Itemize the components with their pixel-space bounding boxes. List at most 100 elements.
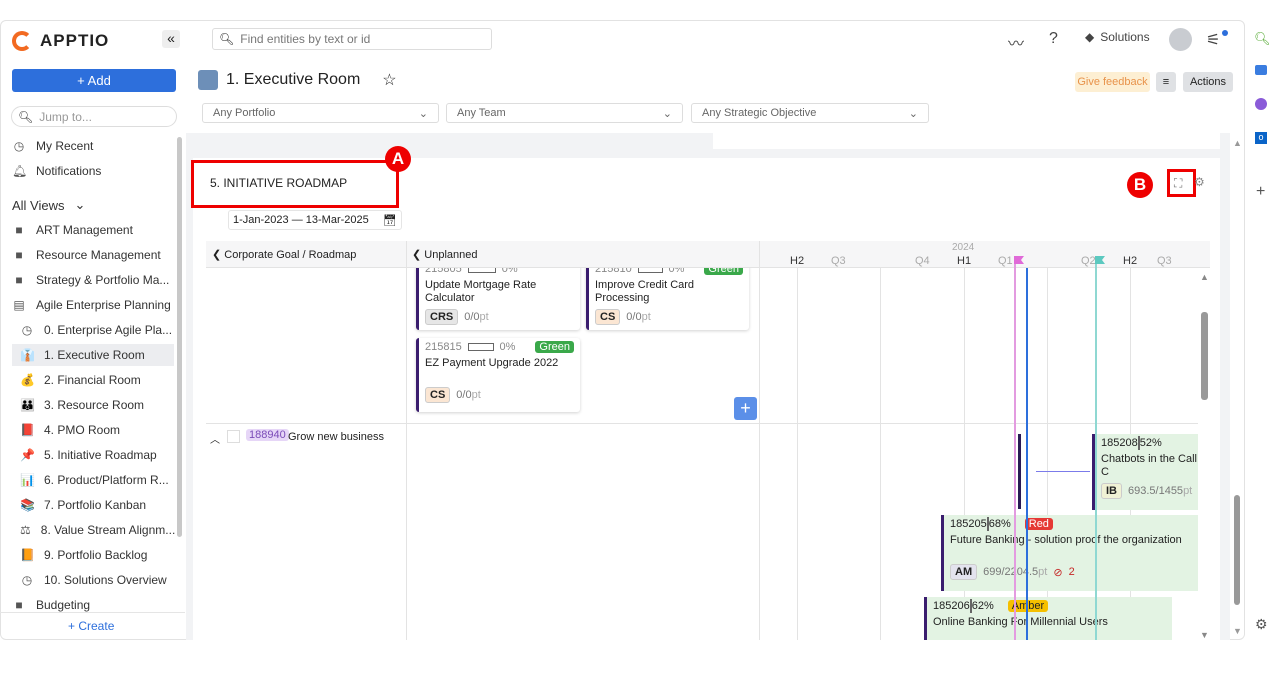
points-unit: pt bbox=[1183, 485, 1193, 497]
sidebar-item[interactable]: ⚖ 8. Value Stream Alignm... bbox=[12, 519, 175, 541]
blocked-icon: ⊘ bbox=[1053, 566, 1063, 579]
outlook-app-icon[interactable]: o bbox=[1255, 132, 1267, 144]
team-tag: AM bbox=[950, 564, 978, 580]
goal-checkbox[interactable] bbox=[227, 430, 240, 443]
progress-bar bbox=[1137, 436, 1140, 450]
goal-id-badge[interactable]: 188940 bbox=[246, 429, 289, 441]
give-feedback-button[interactable]: Give feedback bbox=[1075, 72, 1150, 92]
date-range-input[interactable]: 1-Jan-2023 — 13-Mar-2025 📅︎ bbox=[228, 210, 402, 230]
initiative-card[interactable]: 215810 0% Green Improve Credit Card Proces… bbox=[586, 268, 749, 330]
card-title: Chatbots in the Call C bbox=[1101, 453, 1197, 478]
sidebar-notifications[interactable]: 🔔︎ Notifications bbox=[12, 160, 174, 182]
progress-bar bbox=[467, 268, 496, 273]
add-initiative-button[interactable]: + bbox=[734, 397, 757, 420]
status-badge: Green bbox=[535, 341, 574, 353]
page-scroll-up[interactable]: ▲ bbox=[1233, 138, 1242, 148]
folder-icon: ■ bbox=[15, 223, 23, 237]
timeline-year: 2024 bbox=[952, 242, 975, 253]
card-progress: 0% bbox=[499, 341, 516, 353]
timeline-tick: Q3 bbox=[1157, 255, 1172, 267]
page-title-text: 1. Executive Room bbox=[226, 71, 361, 88]
all-views-toggle[interactable]: All Views ⌄ bbox=[12, 194, 174, 216]
widget-settings-icon[interactable]: ⚙ bbox=[1194, 175, 1205, 189]
initiative-card[interactable]: 18520662%Amber Online Banking For Millen… bbox=[924, 597, 1172, 640]
initiative-card[interactable]: 185205 68% Red Future Banking - solution p… bbox=[941, 515, 1198, 591]
sidebar-item[interactable]: ◷ 0. Enterprise Agile Pla... bbox=[12, 319, 174, 341]
team-filter[interactable]: Any Team ⌄ bbox=[446, 103, 683, 123]
goal-name: Grow new business bbox=[288, 431, 384, 443]
sidebar-item[interactable]: 📕 4. PMO Room bbox=[12, 419, 174, 441]
notification-dot bbox=[1222, 30, 1228, 36]
initiative-card[interactable]: 215815 0% Green EZ Payment Upgrade 2022 CS… bbox=[416, 338, 580, 412]
sidebar-item[interactable]: ■ ART Management bbox=[12, 219, 174, 241]
collapse-goal-chevron-icon[interactable]: ︿ bbox=[210, 431, 220, 446]
card-id: 185206 bbox=[933, 600, 970, 612]
card-id: 215810 bbox=[595, 268, 632, 275]
analytics-icon[interactable]: 〰 bbox=[1008, 30, 1024, 54]
jump-to-input[interactable]: 🔍︎ Jump to... bbox=[11, 106, 177, 127]
create-label: Create bbox=[78, 619, 115, 633]
sidebar-item[interactable]: ◷ 10. Solutions Overview bbox=[12, 569, 174, 591]
dependency-link[interactable] bbox=[1036, 471, 1090, 472]
sidebar-item[interactable]: 📌 5. Initiative Roadmap bbox=[12, 444, 174, 466]
sidebar-item[interactable]: ▤ Agile Enterprise Planning bbox=[12, 294, 174, 316]
solutions-button[interactable]: ◆ Solutions bbox=[1085, 30, 1150, 44]
card-progress: 62% bbox=[971, 600, 994, 612]
global-search-input[interactable]: 🔍︎ Find entities by text or id bbox=[212, 28, 492, 50]
apptio-logo[interactable]: APPTIO bbox=[12, 31, 109, 51]
help-icon[interactable]: ? bbox=[1049, 30, 1058, 48]
strategic-objective-filter[interactable]: Any Strategic Objective ⌄ bbox=[691, 103, 929, 123]
collapse-goal-column[interactable]: ❮ Corporate Goal / Roadmap bbox=[212, 248, 356, 261]
star-icon[interactable]: ☆ bbox=[382, 70, 396, 90]
avatar[interactable] bbox=[1169, 28, 1192, 51]
folder-icon: ■ bbox=[15, 598, 23, 612]
timeline-scroll-down[interactable]: ▼ bbox=[1200, 630, 1209, 640]
initiative-card[interactable]: 215805 0% Update Mortgage Rate Calculator… bbox=[416, 268, 580, 330]
sidebar-my-recent[interactable]: ◷ My Recent bbox=[12, 135, 174, 157]
sidebar-item-label: ART Management bbox=[36, 223, 133, 237]
sidebar-scrollbar[interactable] bbox=[177, 137, 182, 537]
timeline-scroll-up[interactable]: ▲ bbox=[1200, 272, 1209, 282]
page-scroll-down[interactable]: ▼ bbox=[1233, 626, 1242, 636]
portfolio-filter[interactable]: Any Portfolio ⌄ bbox=[202, 103, 439, 123]
executive-icon bbox=[198, 70, 218, 90]
points-unit: pt bbox=[641, 311, 651, 323]
sidebar-item[interactable]: ■ Resource Management bbox=[12, 244, 174, 266]
timeline-scrollbar[interactable] bbox=[1201, 312, 1208, 400]
sidebar-item[interactable]: ■ Strategy & Portfolio Ma... bbox=[12, 269, 174, 291]
collapsed-card[interactable] bbox=[1018, 434, 1021, 509]
card-points: 693.5/1455 bbox=[1128, 485, 1184, 497]
card-title: Future Banking - solution proof the orga… bbox=[950, 534, 1182, 546]
actions-button[interactable]: Actions bbox=[1183, 72, 1233, 92]
sidebar-item-label: 3. Resource Room bbox=[44, 398, 145, 412]
initiative-card[interactable]: 185208 52% Chatbots in the Call C IB 693.5… bbox=[1092, 434, 1198, 510]
unplanned-column-label: Unplanned bbox=[424, 249, 478, 261]
create-button[interactable]: + Create bbox=[68, 619, 114, 633]
calendar-icon[interactable]: 📅︎ bbox=[383, 214, 397, 227]
search-app-icon[interactable]: 🔍︎ bbox=[1254, 31, 1271, 47]
search-placeholder: Find entities by text or id bbox=[240, 32, 371, 46]
filter-funnel-button[interactable]: ≡ bbox=[1156, 72, 1176, 92]
tag-app-icon[interactable] bbox=[1255, 65, 1267, 75]
collapse-sidebar-button[interactable]: « bbox=[162, 30, 180, 48]
collapse-unplanned-column[interactable]: ❮ Unplanned bbox=[412, 248, 478, 261]
card-points: 699/2204.5 bbox=[983, 566, 1039, 578]
sidebar-item[interactable]: 📙 9. Portfolio Backlog bbox=[12, 544, 174, 566]
sidebar-item[interactable]: 👪 3. Resource Room bbox=[12, 394, 174, 416]
sidebar-item[interactable]: 📊 6. Product/Platform R... bbox=[12, 469, 174, 491]
sidebar-item[interactable]: 💰 2. Financial Room bbox=[12, 369, 174, 391]
settings-sliders-icon[interactable]: ⚟ bbox=[1206, 30, 1220, 50]
gear-icon[interactable]: ⚙ bbox=[1255, 616, 1268, 633]
blocked-count: 2 bbox=[1068, 566, 1075, 578]
progress-bar bbox=[637, 268, 663, 273]
sidebar-item[interactable]: 📚 7. Portfolio Kanban bbox=[12, 494, 174, 516]
copilot-app-icon[interactable] bbox=[1255, 98, 1267, 110]
page-scrollbar[interactable] bbox=[1234, 495, 1240, 605]
progress-bar bbox=[467, 343, 494, 351]
card-id: 185205 bbox=[950, 518, 987, 530]
add-button[interactable]: + Add bbox=[12, 69, 176, 92]
sidebar-item[interactable]: 👔 1. Executive Room bbox=[12, 344, 174, 366]
folder-icon: ■ bbox=[15, 273, 23, 287]
previous-widget bbox=[713, 133, 1220, 149]
add-app-icon[interactable]: + bbox=[1256, 183, 1265, 201]
